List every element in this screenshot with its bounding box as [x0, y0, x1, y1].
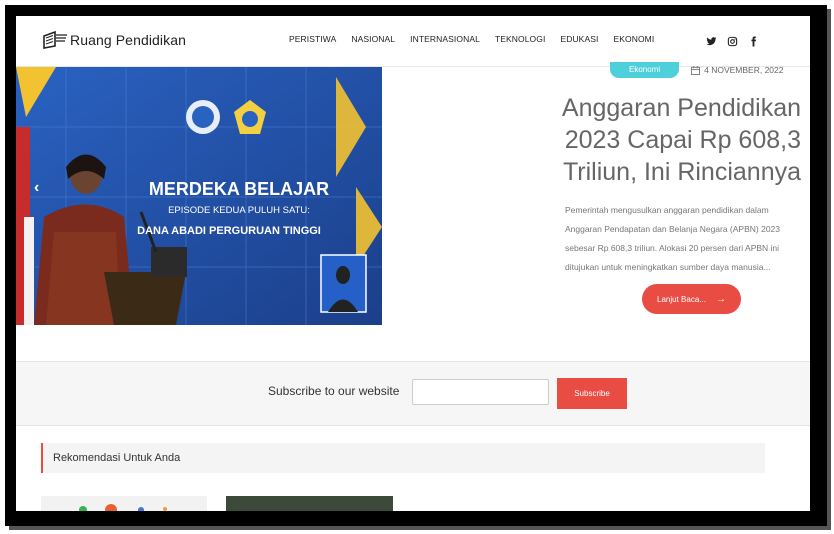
category-badge[interactable]: Ekonomi [610, 62, 680, 78]
main-nav: PERISTIWA NASIONAL INTERNASIONAL TEKNOLO… [289, 34, 669, 44]
hero-image[interactable]: MERDEKA BELAJAR EPISODE KEDUA PULUH SATU… [16, 67, 382, 325]
subscribe-label: Subscribe to our website [268, 384, 400, 398]
browser-viewport: Ruang Pendidikan PERISTIWA NASIONAL INTE… [16, 16, 810, 511]
arrow-right-icon: → [715, 293, 726, 305]
read-more-label: Lanjut Baca... [657, 294, 706, 304]
thumbnail-image [79, 504, 167, 511]
nav-item-nasional[interactable]: NASIONAL [351, 34, 395, 44]
site-name: Ruang Pendidikan [70, 32, 187, 48]
nav-item-peristiwa[interactable]: PERISTIWA [289, 34, 336, 44]
article-headline[interactable]: Anggaran Pendidikan 2023 Capai Rp 608,3 … [556, 92, 801, 188]
carousel-prev-arrow[interactable]: ‹ [34, 179, 39, 197]
facebook-icon[interactable] [748, 34, 759, 47]
subscribe-email-input[interactable] [412, 379, 549, 405]
book-logo-icon [43, 30, 67, 49]
hero-photo: MERDEKA BELAJAR EPISODE KEDUA PULUH SATU… [16, 67, 382, 325]
subscribe-section: Subscribe to our website Subscribe [16, 361, 810, 426]
nav-item-edukasi[interactable]: EDUKASI [560, 34, 598, 44]
twitter-icon[interactable] [706, 34, 717, 46]
subscribe-button[interactable]: Subscribe [557, 378, 627, 409]
nav-item-internasional[interactable]: INTERNASIONAL [410, 34, 480, 44]
social-links [706, 34, 769, 47]
hero-image-title: MERDEKA BELAJAR [149, 179, 329, 199]
article-date: 4 NOVEMBER, 2022 [691, 65, 784, 75]
nav-item-teknologi[interactable]: TEKNOLOGI [495, 34, 546, 44]
nav-item-ekonomi[interactable]: EKONOMI [613, 34, 654, 44]
instagram-icon[interactable] [727, 34, 738, 47]
hero-image-subtitle: EPISODE KEDUA PULUH SATU: [168, 205, 310, 216]
recommendation-thumbnail[interactable] [41, 496, 207, 511]
calendar-icon [691, 65, 701, 75]
recommendation-header: Rekomendasi Untuk Anda [41, 443, 765, 473]
recommendation-thumbnail[interactable] [226, 496, 393, 511]
hero-image-caption: DANA ABADI PERGURUAN TINGGI [137, 225, 321, 237]
site-header: Ruang Pendidikan PERISTIWA NASIONAL INTE… [16, 16, 810, 67]
article-meta: Ekonomi 4 NOVEMBER, 2022 [610, 62, 784, 78]
recommendation-title: Rekomendasi Untuk Anda [53, 452, 181, 464]
read-more-button[interactable]: Lanjut Baca... → [642, 284, 741, 314]
site-logo[interactable]: Ruang Pendidikan [42, 30, 186, 50]
article-excerpt: Pemerintah mengusulkan anggaran pendidik… [565, 205, 781, 272]
date-text: 4 NOVEMBER, 2022 [704, 65, 784, 75]
